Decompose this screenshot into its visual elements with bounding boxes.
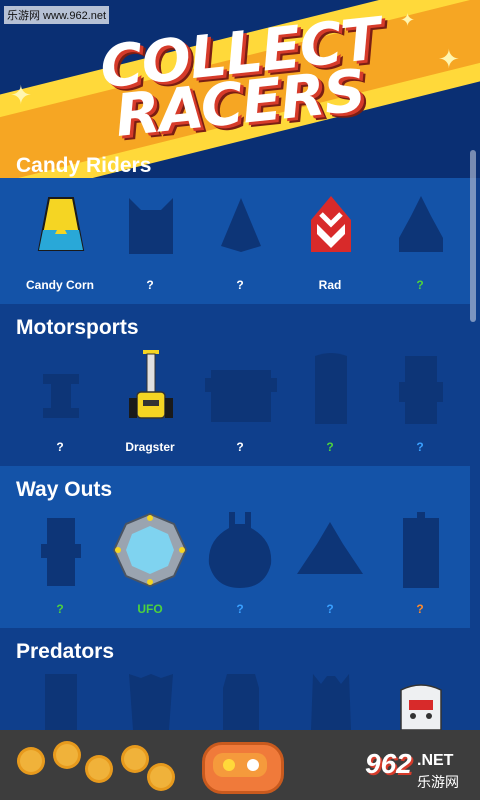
racer-label: ? [56, 440, 64, 454]
racer-slot-locked[interactable]: ? [15, 510, 105, 620]
flower-decoration-icon [88, 758, 110, 780]
racer-slot[interactable]: Dragster [105, 348, 195, 458]
racer-label: UFO [137, 602, 163, 616]
section-candy-riders: Candy Corn ? ? Rad ? [0, 178, 470, 304]
selected-racer-button[interactable] [202, 742, 284, 794]
racer-slot[interactable]: UFO [105, 510, 195, 620]
locked-silhouette-icon [311, 674, 351, 730]
racer-label: ? [416, 278, 424, 292]
racer-label: ? [146, 278, 154, 292]
locked-silhouette-icon [399, 356, 443, 424]
title-banner: ✦ ✦ ✦ COLLECT RACERS 乐游网 www.962.net [0, 0, 480, 178]
racer-slot-locked[interactable]: ? [375, 348, 465, 458]
racer-slot-locked[interactable] [285, 672, 375, 730]
locked-silhouette-icon [399, 196, 443, 252]
locked-silhouette-icon [221, 198, 261, 252]
racer-slot-locked[interactable]: ? [195, 348, 285, 458]
racer-label: ? [236, 278, 244, 292]
racer-label: ? [236, 440, 244, 454]
locked-silhouette-icon [223, 674, 259, 730]
section-title: Way Outs [16, 478, 113, 501]
racer-label: ? [56, 602, 64, 616]
logo-number: 962 [365, 748, 412, 779]
screen-title: COLLECT RACERS [0, 5, 480, 150]
dragster-racer-icon [129, 350, 173, 419]
flower-decoration-icon [150, 766, 172, 788]
racer-slot-locked[interactable]: ? [375, 194, 465, 298]
section-title: Motorsports [16, 316, 139, 339]
scrollbar[interactable] [470, 150, 476, 322]
candy-corn-racer-icon [37, 197, 85, 251]
racer-slot-locked[interactable] [105, 672, 195, 730]
flower-decoration-icon [56, 744, 78, 766]
locked-silhouette-icon [208, 512, 272, 588]
racer-label: ? [326, 602, 334, 616]
hippie-van-icon [213, 753, 267, 777]
racer-label: Dragster [125, 440, 175, 454]
section-way-outs: Way Outs ? UFO ? ? ? [0, 466, 470, 628]
hockey-mask-racer-icon [400, 684, 442, 730]
section-motorsports: Motorsports ? Dragster ? ? ? [0, 304, 470, 466]
locked-silhouette-icon [403, 512, 439, 588]
watermark-text: 乐游网 www.962.net [4, 6, 110, 24]
site-logo: 962 .NET 乐游网 [365, 748, 477, 796]
racer-label: ? [326, 440, 334, 454]
racer-slot-locked[interactable]: ? [285, 348, 375, 458]
section-title: Predators [16, 640, 115, 663]
locked-silhouette-icon [43, 374, 79, 418]
racer-label: ? [416, 440, 424, 454]
section-predators: Predators [0, 628, 470, 730]
locked-silhouette-icon [45, 674, 77, 730]
ufo-racer-icon [112, 512, 188, 588]
racer-slot-locked[interactable]: ? [15, 348, 105, 458]
locked-silhouette-icon [297, 522, 363, 574]
racer-label: Rad [318, 278, 342, 292]
racer-label: Candy Corn [25, 278, 94, 292]
racer-slot[interactable]: Rad [285, 194, 375, 298]
racer-slot[interactable]: Candy Corn [15, 194, 105, 298]
rad-racer-icon [311, 196, 351, 252]
racer-slot-locked[interactable]: ? [195, 510, 285, 620]
racer-slot[interactable] [375, 672, 465, 730]
section-title-candy-riders: Candy Riders [16, 154, 152, 177]
racer-slot-locked[interactable]: ? [105, 194, 195, 298]
locked-silhouette-icon [315, 353, 347, 424]
logo-net: .NET [417, 752, 454, 769]
racer-slot-locked[interactable] [195, 672, 285, 730]
racer-label: ? [416, 602, 424, 616]
racer-label: ? [236, 602, 244, 616]
locked-silhouette-icon [205, 370, 277, 422]
logo-cn: 乐游网 [417, 774, 459, 790]
flower-decoration-icon [20, 750, 42, 772]
racer-slot-locked[interactable]: ? [195, 194, 285, 298]
locked-silhouette-icon [41, 518, 81, 586]
locked-silhouette-icon [129, 674, 173, 730]
racer-slot-locked[interactable]: ? [285, 510, 375, 620]
racer-slot-locked[interactable] [15, 672, 105, 730]
locked-silhouette-icon [129, 198, 173, 254]
racer-slot-locked[interactable]: ? [375, 510, 465, 620]
flower-decoration-icon [124, 748, 146, 770]
